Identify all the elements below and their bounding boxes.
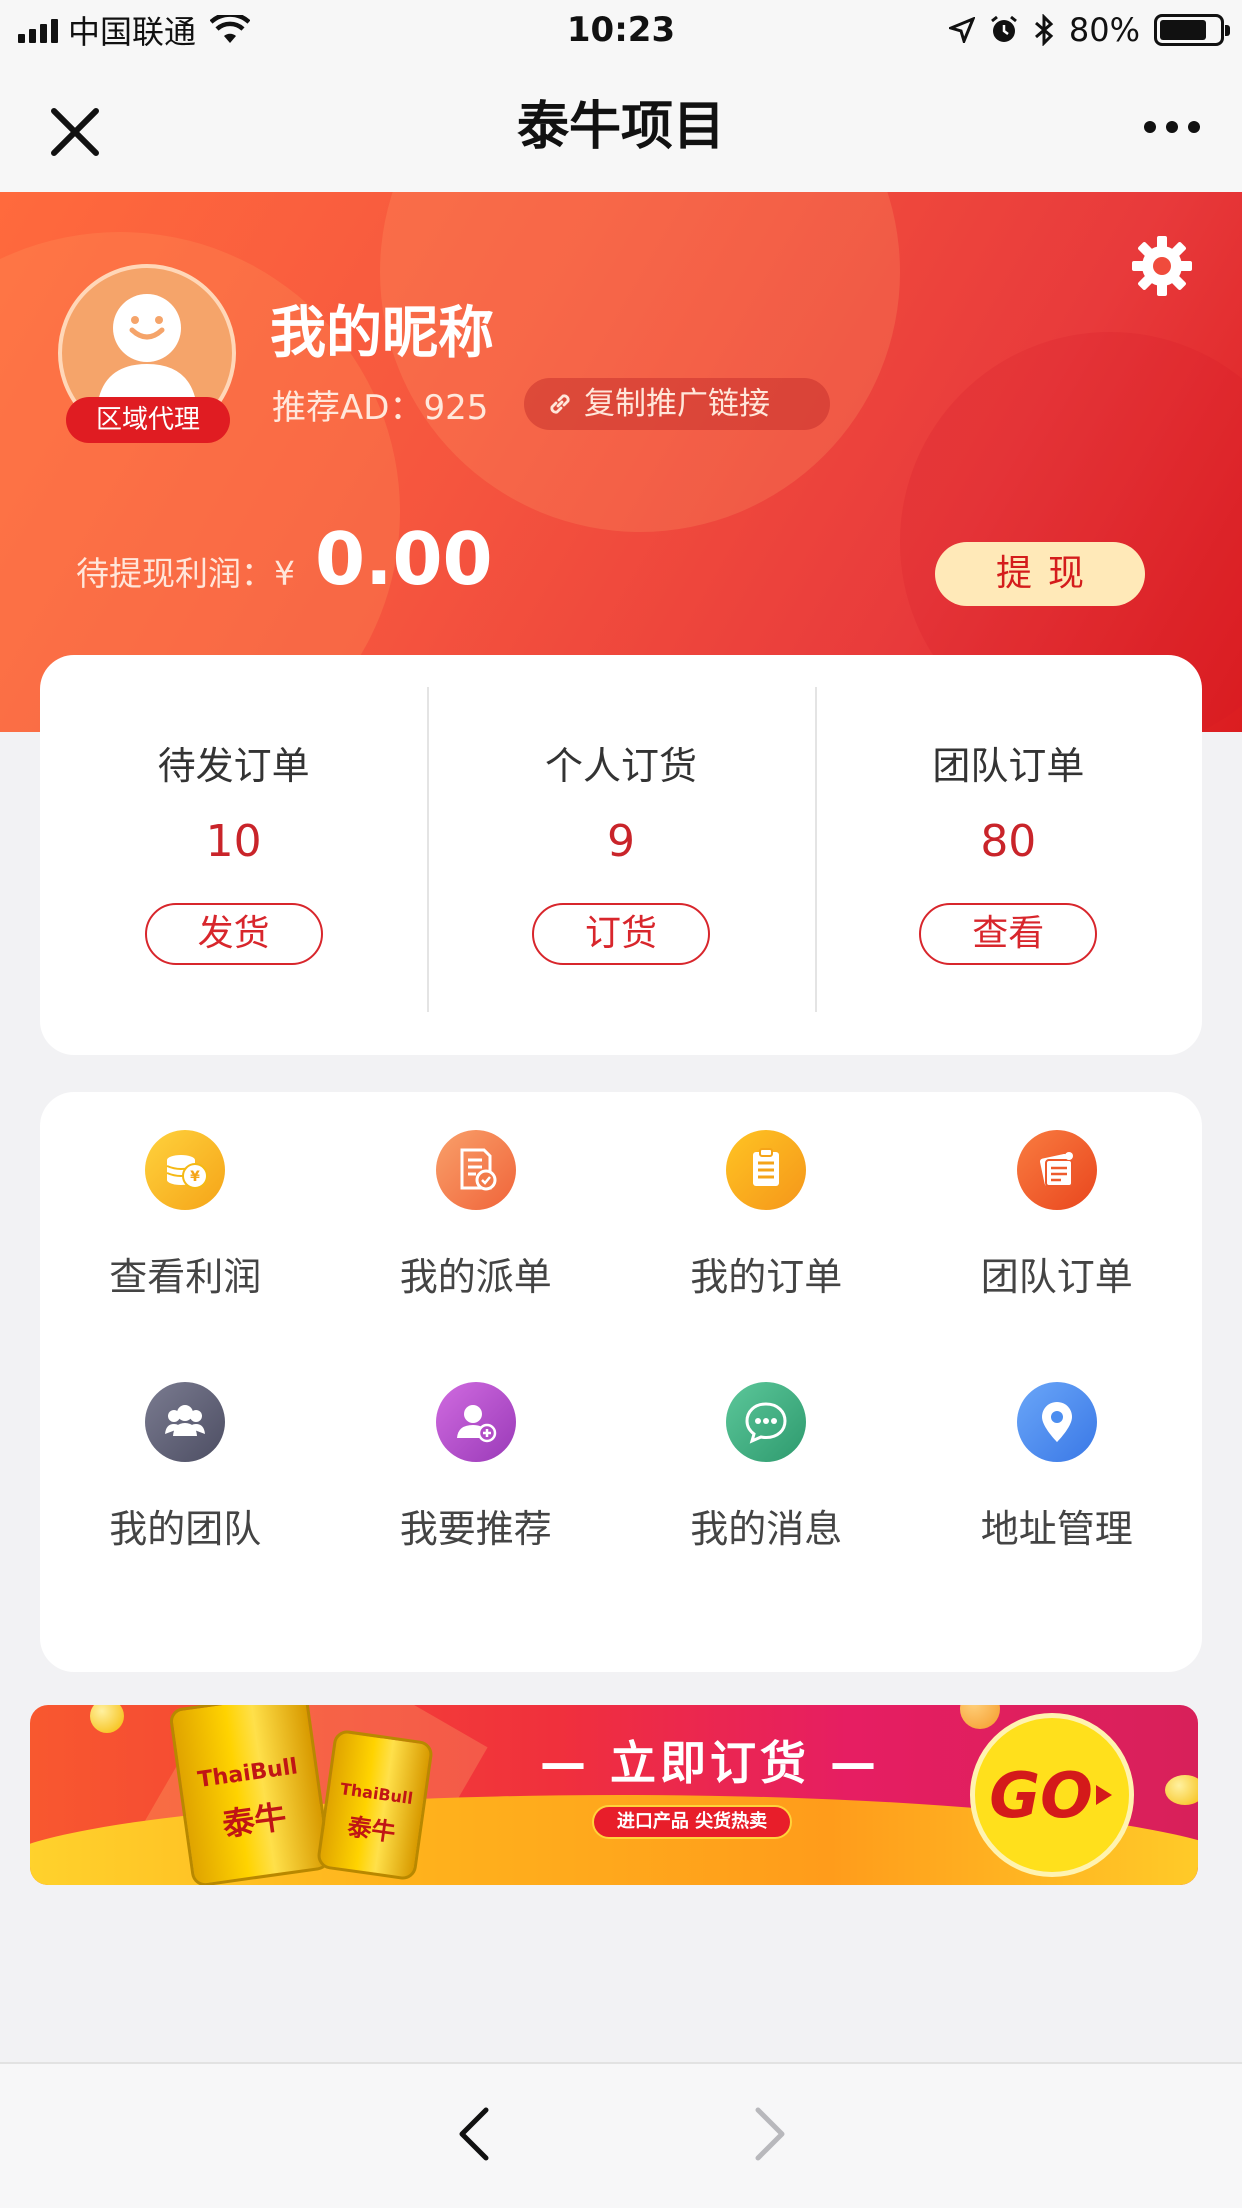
location-pin-icon <box>1016 1382 1097 1462</box>
more-dot-icon <box>1166 121 1178 133</box>
menu-label: 我的派单 <box>399 1255 552 1299</box>
menu-label: 地址管理 <box>980 1507 1133 1551</box>
menu-item-dispatch[interactable]: 我的派单 <box>331 1130 622 1382</box>
stat-personal-orders: 个人订货 9 订货 <box>427 655 814 1055</box>
coins-icon: ¥ <box>145 1130 226 1210</box>
menu-item-team-orders[interactable]: 团队订单 <box>912 1130 1203 1382</box>
page-title: 泰牛项目 <box>516 97 725 157</box>
menu-label: 我的订单 <box>690 1255 843 1299</box>
menu-item-address[interactable]: 地址管理 <box>912 1382 1203 1634</box>
location-arrow-icon <box>948 17 975 43</box>
referral-code: 推荐AD：925 <box>272 388 489 428</box>
stat-value: 80 <box>980 816 1037 867</box>
product-can-image: ThaiBull 泰牛 <box>168 1705 332 1885</box>
status-bar: 中国联通 10:23 80% <box>0 0 1242 62</box>
order-now-banner[interactable]: ThaiBull 泰牛 ThaiBull 泰牛 — 立即订货 — 进口产品 尖货… <box>30 1705 1198 1885</box>
svg-text:¥: ¥ <box>190 1169 200 1185</box>
gear-icon <box>1132 236 1192 296</box>
currency-symbol: ¥ <box>274 554 295 593</box>
dispatch-icon <box>435 1130 516 1210</box>
menu-label: 我的团队 <box>109 1507 262 1551</box>
menu-label: 我的消息 <box>690 1507 843 1551</box>
order-button[interactable]: 订货 <box>531 903 710 965</box>
banner-subtitle: 进口产品 尖货热卖 <box>592 1805 792 1839</box>
go-button[interactable]: GO <box>970 1713 1134 1877</box>
stat-label: 团队订单 <box>932 744 1085 788</box>
message-icon <box>726 1382 807 1462</box>
can-name: 泰牛 <box>345 1812 398 1848</box>
more-dot-icon <box>1188 121 1200 133</box>
menu-item-my-team[interactable]: 我的团队 <box>40 1382 331 1634</box>
bluetooth-icon <box>1034 14 1054 46</box>
profit-value: 0.00 <box>315 517 493 601</box>
product-can-image: ThaiBull 泰牛 <box>315 1728 435 1882</box>
more-options-button[interactable] <box>1132 92 1212 162</box>
battery-percentage: 80% <box>1068 11 1140 49</box>
stat-value: 9 <box>606 816 635 867</box>
menu-item-recommend[interactable]: 我要推荐 <box>331 1382 622 1634</box>
copy-referral-link-button[interactable]: 复制推广链接 <box>524 378 830 430</box>
back-button[interactable] <box>450 2104 498 2164</box>
stat-team-orders: 团队订单 80 查看 <box>814 655 1202 1055</box>
menu-label: 我要推荐 <box>399 1507 552 1551</box>
menu-grid: ¥ 查看利润 我的派单 我的订单 团队订单 我的团队 我要推荐 我的消息 地址管… <box>40 1092 1202 1672</box>
settings-button[interactable] <box>1130 234 1194 298</box>
browser-nav-bar <box>0 2062 1242 2208</box>
alarm-icon <box>990 15 1017 42</box>
profile-header: 区域代理 我的昵称 推荐AD：925 复制推广链接 待提现利润：¥ 0.00 提… <box>0 192 1242 732</box>
link-icon <box>550 394 570 414</box>
more-dot-icon <box>1144 121 1156 133</box>
group-icon <box>145 1382 226 1462</box>
order-stats-card: 待发订单 10 发货 个人订货 9 订货 团队订单 80 查看 <box>40 655 1202 1055</box>
battery-icon <box>1154 14 1230 46</box>
play-arrow-icon <box>1095 1785 1112 1805</box>
menu-item-profit[interactable]: ¥ 查看利润 <box>40 1130 331 1382</box>
forward-button[interactable] <box>746 2104 794 2164</box>
menu-label: 团队订单 <box>980 1255 1133 1299</box>
can-brand: ThaiBull <box>196 1754 300 1794</box>
stat-pending-orders: 待发订单 10 发货 <box>40 655 427 1055</box>
menu-item-my-orders[interactable]: 我的订单 <box>621 1130 912 1382</box>
profit-label-text: 待提现利润： <box>76 554 274 593</box>
go-label: GO <box>989 1758 1093 1832</box>
profit-label: 待提现利润：¥ <box>76 547 295 595</box>
title-bar: 泰牛项目 <box>0 62 1242 192</box>
role-badge: 区域代理 <box>66 397 230 443</box>
user-nickname: 我的昵称 <box>270 301 494 366</box>
team-order-icon <box>1016 1130 1097 1210</box>
view-button[interactable]: 查看 <box>919 903 1098 965</box>
add-user-icon <box>435 1382 516 1462</box>
ship-button[interactable]: 发货 <box>144 903 323 965</box>
can-name: 泰牛 <box>220 1797 289 1844</box>
chevron-left-icon <box>459 2107 489 2161</box>
clipboard-icon <box>726 1130 807 1210</box>
banner-title: — 立即订货 — <box>539 1736 881 1790</box>
menu-label: 查看利润 <box>109 1255 262 1299</box>
stat-value: 10 <box>205 816 262 867</box>
withdraw-button[interactable]: 提现 <box>935 542 1145 606</box>
stat-label: 个人订货 <box>544 744 697 788</box>
chevron-right-icon <box>755 2107 785 2161</box>
can-brand: ThaiBull <box>339 1778 415 1808</box>
stat-label: 待发订单 <box>157 744 310 788</box>
menu-item-messages[interactable]: 我的消息 <box>621 1382 912 1634</box>
copy-link-label: 复制推广链接 <box>584 386 770 422</box>
